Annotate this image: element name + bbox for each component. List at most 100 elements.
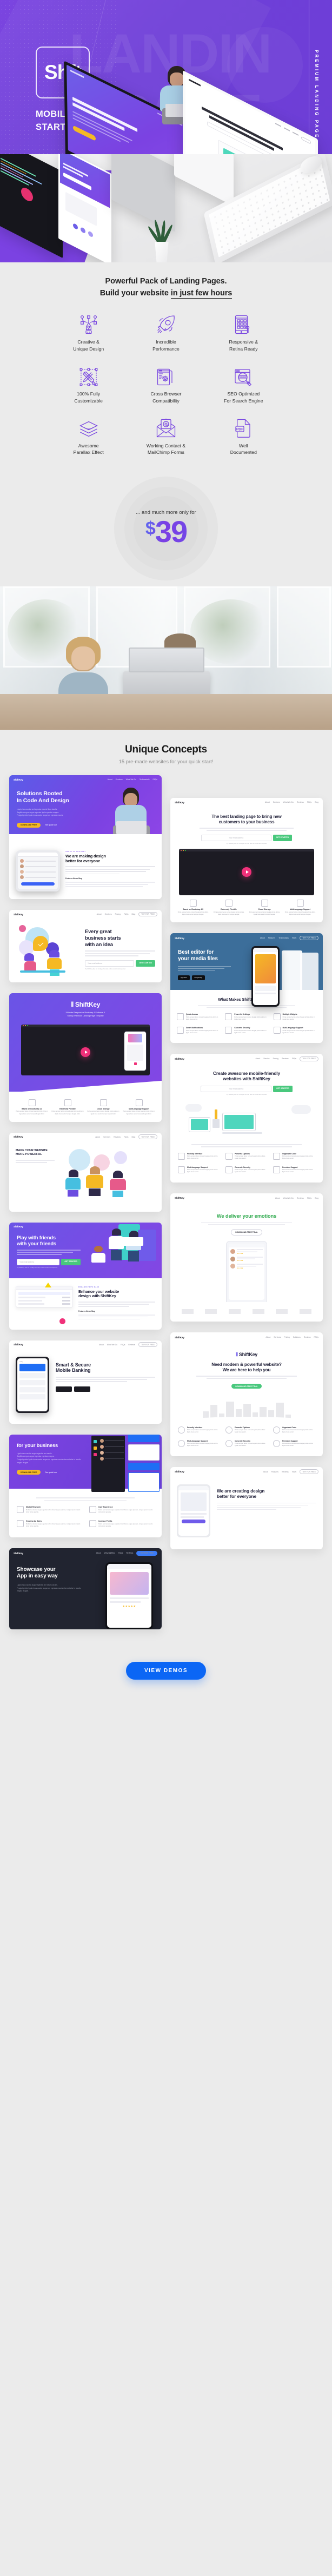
card-mini-features: Based on Bootstrap 4.3 Porta semper lacus…: [9, 1092, 162, 1122]
concept-card-every-great-business[interactable]: ShiftKey About Services Pricing FAQs Blo…: [9, 910, 162, 982]
feature-item-well-documented: PDF Well Documented: [205, 417, 282, 457]
card-email-input[interactable]: Your email address: [85, 960, 135, 967]
feature-icon: [225, 1439, 233, 1447]
concept-card-showcase-app[interactable]: ShiftKey About Why ShiftKey FAQs Reviews…: [9, 1548, 162, 1630]
concepts-heading: Unique Concepts: [125, 744, 207, 756]
feature-icon: [64, 1099, 71, 1106]
card-section-copy: ENHANCE WITH EASE Enhance your website d…: [78, 1286, 155, 1321]
feature-icon: [189, 900, 197, 907]
card-nav-cta[interactable]: TRY FOR FREE: [300, 935, 318, 941]
play-button-icon[interactable]: [242, 867, 251, 877]
price-amount: $39: [136, 517, 196, 547]
card-headline: Solutions Rooted In Code And Design: [17, 790, 69, 804]
card-nav-links[interactable]: About Services Pricing FAQs Blog TRY FOR…: [97, 911, 157, 917]
layers-icon: [50, 417, 127, 438]
card-nav-links[interactable]: About Service Pricing Reviews FAQs TRY F…: [255, 1056, 318, 1061]
concepts-grid: ShiftKey About Services What We Do Testi…: [9, 775, 323, 1640]
hero-mockup-monitor-2: [183, 70, 318, 154]
card-mini-features: Friendly Interface Porta semper lacus cur…: [170, 1423, 323, 1456]
card-email-input[interactable]: Your email address: [201, 1085, 272, 1092]
pen-tool-icon: [50, 313, 127, 334]
feature-icon: [178, 1152, 185, 1160]
feature-icon: [273, 1426, 280, 1434]
card-bullets: Liquis risus auctor sed egestas mauris l…: [17, 808, 64, 817]
concept-card-best-landing-page[interactable]: ShiftKey About Services What We Do Revie…: [170, 798, 323, 922]
card-illustration: [170, 1099, 323, 1140]
card-email-input[interactable]: Your email address: [17, 1258, 60, 1265]
card-note: Try ShiftKey free for 14 days. No risk, …: [226, 843, 267, 845]
concept-card-solutions-rooted[interactable]: ShiftKey About Services What We Do Testi…: [9, 775, 162, 899]
card-headline: Every great business starts with an idea: [85, 928, 121, 947]
concept-card-smart-secure-banking[interactable]: ShiftKey About What We Do FAQs Reviews T…: [9, 1340, 162, 1424]
feature-icon: [177, 1013, 184, 1021]
card-nav-links[interactable]: About Services What We Do Testimonials F…: [108, 778, 157, 781]
feature-icon: [99, 1099, 107, 1106]
feature-label: 100% Fully Customizable: [74, 391, 103, 404]
card-cta[interactable]: DOWNLOAD FREE TRIAL: [231, 1229, 262, 1236]
feature-item-seo-optimized: www SEO Optimized For Search Engine: [205, 365, 282, 405]
concept-card-best-editor-media[interactable]: ShiftKey About Features Testimonials FAQ…: [170, 933, 323, 1043]
team-photo-band: [0, 586, 332, 730]
feature-icon: [225, 900, 233, 907]
card-logo: ShiftKey: [175, 1336, 184, 1339]
feature-icon: [296, 900, 304, 907]
concept-card-business-dark[interactable]: for your business Ligula risus auctor au…: [9, 1434, 162, 1538]
play-button-icon[interactable]: [81, 1047, 90, 1057]
concept-card-play-with-friends[interactable]: ShiftKey Play with friends with your fri…: [9, 1222, 162, 1330]
card-cta-primary[interactable]: DOWNLOAD FREE: [17, 822, 41, 828]
card-logo: ShiftKey: [175, 936, 184, 940]
card-nav-cta[interactable]: TRY FOR FREE: [138, 911, 157, 917]
card-cta[interactable]: DOWNLOAD FREE TRIAL: [231, 1384, 262, 1389]
feature-item-parallax-effect: Awesome Parallax Effect: [50, 417, 127, 457]
concept-card-shiftkey-video[interactable]: ⦀ ShiftKey Ultimate Responsive Bootstrap…: [9, 993, 162, 1122]
card-cta[interactable]: GET STARTED: [61, 1258, 81, 1265]
card-nav-links[interactable]: About Features Reviews FAQs TRY FOR FREE: [263, 1469, 318, 1475]
card-nav-cta[interactable]: TRY FOR FREE: [300, 1469, 318, 1475]
card-tagline: Ultimate Responsive Bootstrap 4 Software…: [65, 1012, 105, 1017]
card-logo: ShiftKey: [14, 1225, 23, 1228]
concept-card-we-deliver-emotions[interactable]: ShiftKey About What We Do Reviews FAQs B…: [170, 1193, 323, 1322]
features-heading: Powerful Pack of Landing Pages. Build yo…: [0, 275, 332, 300]
price-value: 39: [155, 514, 187, 549]
card-cta-secondary[interactable]: See quick tour: [45, 1471, 57, 1474]
card-logo: ShiftKey: [14, 778, 23, 781]
card-email-input[interactable]: Your email address: [201, 835, 271, 842]
card-cta-primary[interactable]: DOWNLOAD FREE: [17, 1470, 41, 1475]
card-headline: for your business: [17, 1442, 58, 1448]
feature-icon: [273, 1013, 281, 1021]
responsive-phone-icon: [205, 313, 282, 334]
desk-monitor-white: [174, 154, 234, 207]
view-demos-button[interactable]: VIEW DEMOS: [125, 1662, 206, 1680]
photo-laptop-lid: [129, 648, 204, 673]
card-nav-links[interactable]: About Services Reviews FAQs Blog TRY FOR…: [95, 1134, 157, 1140]
card-nav-links[interactable]: About Why ShiftKey FAQs Reviews TRY FOR …: [96, 1550, 157, 1556]
googleplay-badge[interactable]: Google Play: [191, 975, 205, 980]
concept-card-app-gray[interactable]: ShiftKey About Features Reviews FAQs TRY…: [170, 1467, 323, 1549]
card-code-window: [21, 1024, 150, 1075]
card-cta[interactable]: GET STARTED: [136, 960, 155, 967]
card-headline: The best landing page to bring new custo…: [211, 814, 282, 824]
card-section-title: We are making design better for everyone: [65, 854, 106, 863]
card-nav-links[interactable]: About Services What We Do Reviews FAQs B…: [265, 801, 318, 803]
appstore-badge[interactable]: App Store: [178, 975, 190, 980]
card-cta[interactable]: GET STARTED: [273, 835, 293, 842]
concept-card-create-awesome-mobile[interactable]: ShiftKey About Service Pricing Reviews F…: [170, 1054, 323, 1183]
card-nav-links[interactable]: About Features Testimonials FAQs TRY FOR…: [260, 935, 318, 941]
card-nav-links[interactable]: About What We Do Reviews FAQs Blog: [275, 1197, 318, 1199]
feature-icon: [225, 1152, 233, 1160]
card-nav-cta[interactable]: TRY FOR FREE: [138, 1134, 157, 1140]
feature-label: Cross Browser Compatibility: [150, 391, 182, 404]
card-cta-secondary[interactable]: See quick tour: [45, 824, 57, 826]
concept-card-make-your-website[interactable]: ShiftKey About Services Reviews FAQs Blo…: [9, 1132, 162, 1212]
card-nav-cta[interactable]: TRY FOR FREE: [300, 1056, 318, 1061]
feature-icon: [17, 1520, 24, 1528]
card-nav-cta[interactable]: TRY FOR FREE: [138, 1342, 157, 1348]
card-nav-cta[interactable]: TRY FOR FREE: [136, 1550, 157, 1556]
card-mini-features: Based on Bootstrap 4.3 Porta semper lacus…: [170, 895, 323, 922]
card-cta[interactable]: GET STARTED: [273, 1085, 293, 1092]
concept-card-need-modern-website[interactable]: ShiftKey About Services Pricing Solution…: [170, 1332, 323, 1456]
feature-item-creative-unique-design: Creative & Unique Design: [50, 313, 127, 353]
card-nav-links[interactable]: About What We Do FAQs Reviews TRY FOR FR…: [99, 1342, 157, 1348]
pdf-document-icon: PDF: [205, 417, 282, 438]
card-nav-links[interactable]: About Services Pricing Solutions Reviews…: [265, 1336, 318, 1338]
